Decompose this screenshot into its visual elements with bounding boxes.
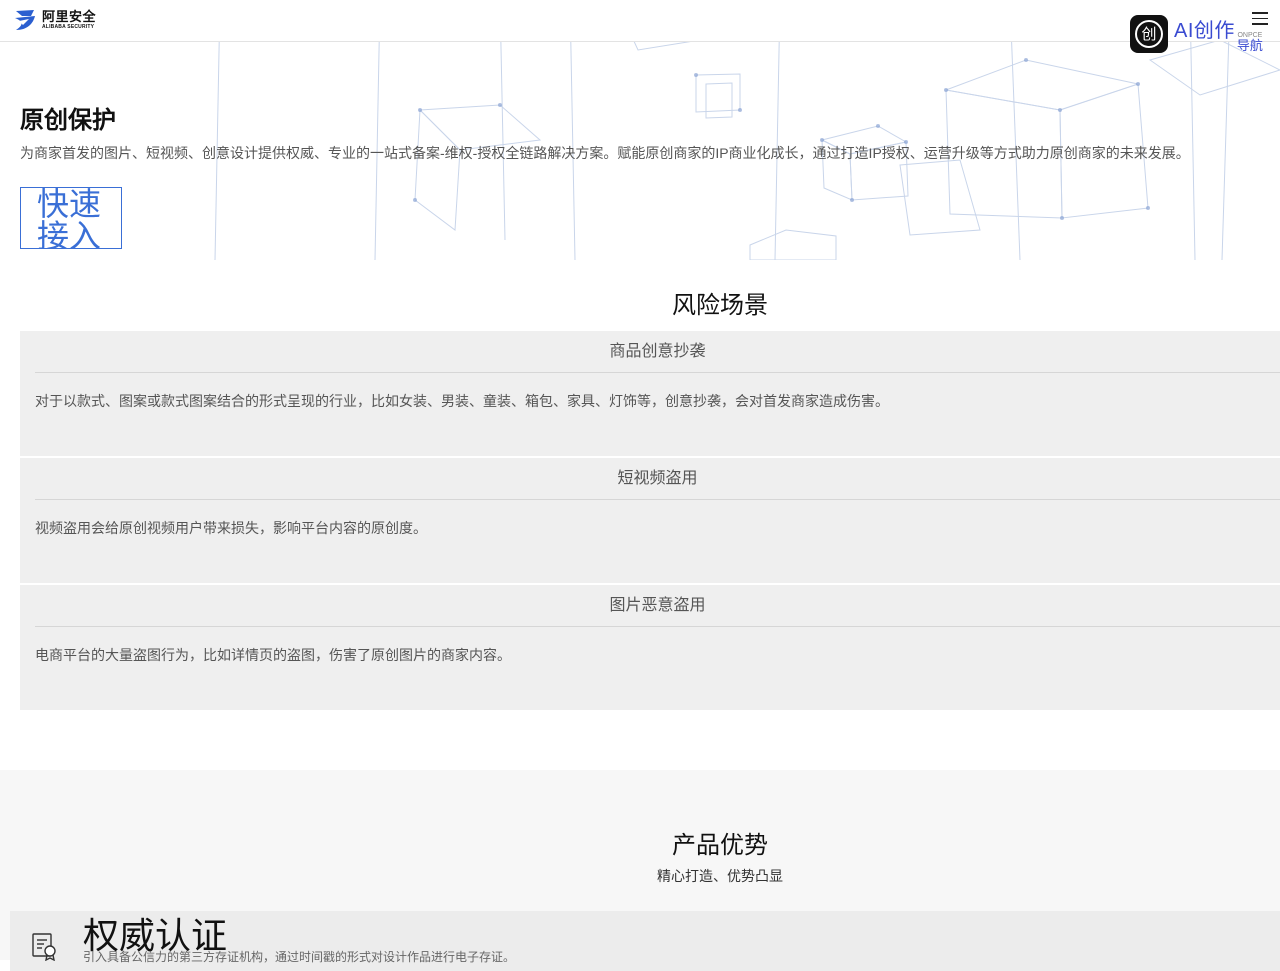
risk-card-body: 视频盗用会给原创视频用户带来损失，影响平台内容的原创度。 bbox=[35, 520, 427, 536]
ai-creation-app-icon: 创 bbox=[1130, 14, 1168, 53]
risk-card-video: 短视频盗用 视频盗用会给原创视频用户带来损失，影响平台内容的原创度。 bbox=[20, 458, 1280, 583]
hero-description: 为商家首发的图片、短视频、创意设计提供权威、专业的一站式备案-维权-授权全链路解… bbox=[20, 145, 1190, 161]
ai-creation-nav-badge[interactable]: 创 AI创作 ONPCE 导航 bbox=[1130, 14, 1263, 53]
ai-badge-main-text: AI创作 bbox=[1174, 20, 1235, 42]
alibaba-security-logo[interactable]: 阿里安全 ALIBABA SECURITY bbox=[13, 8, 96, 32]
risk-card-image: 图片恶意盗用 电商平台的大量盗图行为，比如详情页的盗图，伤害了原创图片的商家内容… bbox=[20, 585, 1280, 710]
advantage-card-authority: 权威认证 引入具备公信力的第三方存证机构，通过时间戳的形式对设计作品进行电子存证… bbox=[10, 911, 1280, 971]
logo-chinese-text: 阿里安全 bbox=[42, 9, 97, 24]
hamburger-menu-icon[interactable] bbox=[1252, 12, 1268, 26]
risk-section-title: 风险场景 bbox=[672, 292, 768, 319]
quick-access-button[interactable]: 快速接入 bbox=[20, 187, 122, 249]
alibaba-security-logo-icon bbox=[15, 10, 35, 30]
logo-english-text: ALIBABA SECURITY bbox=[42, 24, 95, 30]
risk-card-copy: 商品创意抄袭 对于以款式、图案或款式图案结合的形式呈现的行业，比如女装、男装、童… bbox=[20, 331, 1280, 456]
advantages-section: 产品优势 精心打造、优势凸显 权威认证 引入具备公信力的第三方存证机构，通过时间… bbox=[0, 770, 1280, 971]
advantages-title: 产品优势 bbox=[672, 832, 768, 859]
risk-card-title: 图片恶意盗用 bbox=[609, 597, 706, 614]
advantages-subtitle: 精心打造、优势凸显 bbox=[657, 868, 783, 884]
top-navbar: 阿里安全 ALIBABA SECURITY bbox=[0, 0, 1280, 42]
hero-title: 原创保护 bbox=[20, 107, 116, 134]
risk-card-body: 电商平台的大量盗图行为，比如详情页的盗图，伤害了原创图片的商家内容。 bbox=[35, 647, 511, 663]
advantage-card-description: 引入具备公信力的第三方存证机构，通过时间戳的形式对设计作品进行电子存证。 bbox=[83, 950, 516, 964]
certificate-icon bbox=[32, 933, 56, 961]
risk-card-title: 短视频盗用 bbox=[617, 470, 698, 487]
risk-card-title: 商品创意抄袭 bbox=[609, 343, 706, 360]
ai-icon-glyph: 创 bbox=[1135, 19, 1163, 48]
ai-badge-sub-text: 导航 bbox=[1236, 38, 1263, 53]
hero-section: 原创保护 为商家首发的图片、短视频、创意设计提供权威、专业的一站式备案-维权-授… bbox=[0, 42, 1280, 260]
risk-card-body: 对于以款式、图案或款式图案结合的形式呈现的行业，比如女装、男装、童装、箱包、家具… bbox=[35, 393, 889, 409]
